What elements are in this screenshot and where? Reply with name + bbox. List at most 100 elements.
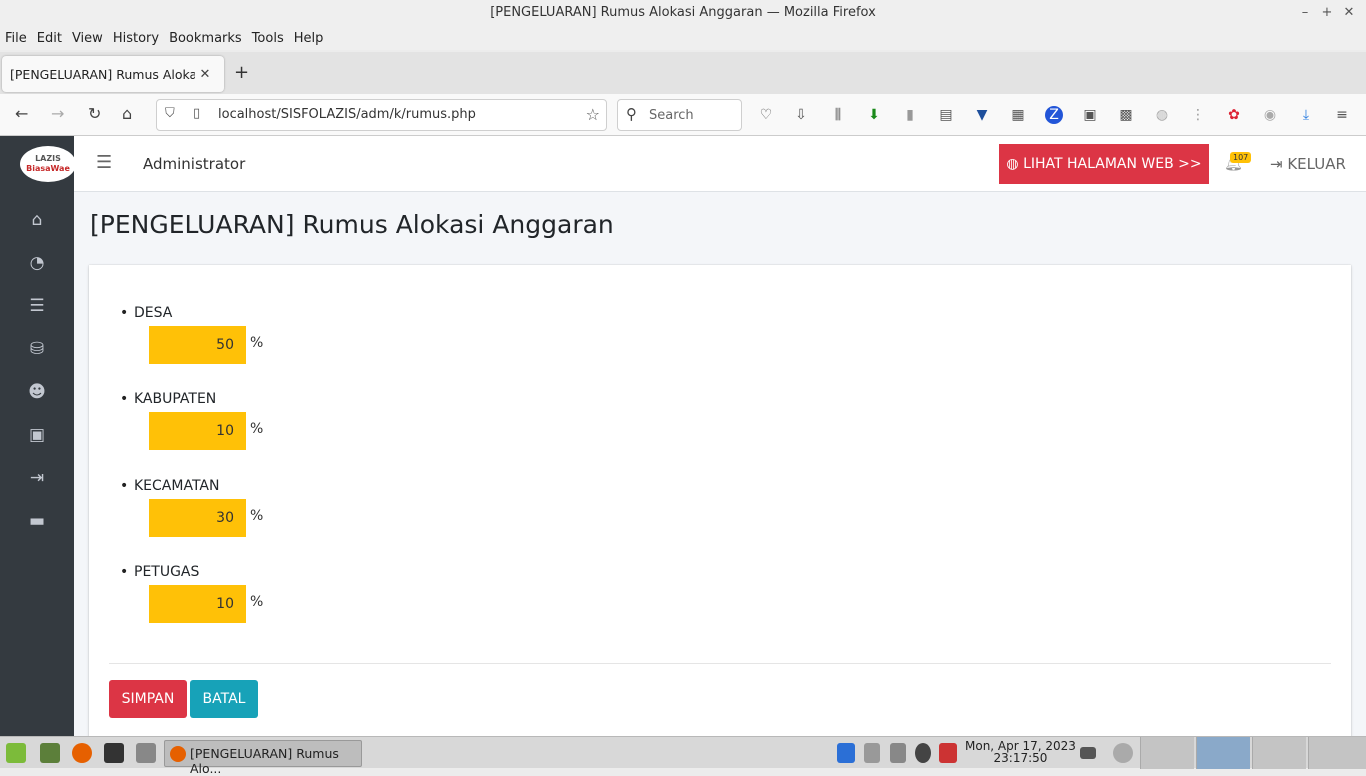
tab-title: [PENGELUARAN] Rumus Alokasi A — [10, 66, 195, 82]
notification-badge: 107 — [1230, 152, 1252, 163]
qr-extension-icon[interactable]: ▩ — [1117, 106, 1135, 124]
workspace-2[interactable] — [1196, 737, 1250, 769]
back-icon[interactable]: ← — [15, 104, 28, 123]
allocation-item-desa: • DESA — [120, 305, 173, 321]
mint-menu-icon[interactable] — [6, 743, 26, 763]
volume-icon[interactable] — [890, 743, 906, 763]
allocation-item-petugas: • PETUGAS — [120, 564, 199, 580]
main-content: [PENGELUARAN] Rumus Alokasi Anggaran • D… — [74, 192, 1366, 745]
library-icon[interactable]: ⫼ — [829, 106, 847, 124]
taskbar-window-firefox[interactable]: [PENGELUARAN] Rumus Alo... — [164, 740, 362, 776]
dashboard-icon[interactable]: ◔ — [26, 252, 48, 274]
allocation-input-desa[interactable]: 50 — [149, 326, 246, 364]
downloads-icon[interactable]: ⇩ — [792, 106, 810, 124]
home-icon[interactable]: ⌂ — [26, 209, 48, 231]
minimize-icon[interactable]: – — [1294, 0, 1316, 26]
maximize-icon[interactable]: + — [1316, 0, 1338, 26]
menu-help[interactable]: Help — [294, 31, 324, 46]
menu-history[interactable]: History — [113, 31, 159, 46]
colorful-extension-icon[interactable]: ✿ — [1225, 106, 1243, 124]
close-icon[interactable]: ✕ — [1338, 0, 1360, 26]
taskbar-window-label: [PENGELUARAN] Rumus Alo... — [190, 746, 339, 776]
shield-icon[interactable]: ⛉ — [165, 106, 175, 121]
blue-download-icon[interactable]: ⤓ — [1297, 106, 1315, 124]
app-menu-icon[interactable]: ≡ — [1333, 106, 1351, 124]
shield-update-icon[interactable] — [939, 743, 957, 763]
firefox-icon — [170, 746, 186, 762]
menu-bookmarks[interactable]: Bookmarks — [169, 31, 242, 46]
money-icon[interactable]: ▣ — [26, 424, 48, 446]
users-icon[interactable]: ☻ — [26, 381, 48, 403]
bluetooth-status-icon[interactable] — [915, 743, 931, 763]
nav-bar: ← → ↻ ⌂ ⛉ ▯ localhost/SISFOLAZIS/adm/k/r… — [0, 94, 1366, 136]
network-icon[interactable] — [864, 743, 880, 763]
save-button[interactable]: SIMPAN — [109, 680, 187, 718]
desktop-icon[interactable] — [40, 743, 60, 763]
power-icon[interactable] — [1113, 743, 1133, 763]
url-text[interactable]: localhost/SISFOLAZIS/adm/k/rumus.php — [218, 107, 476, 122]
taskbar: [PENGELUARAN] Rumus Alo... Mon, Apr 17, … — [0, 736, 1366, 776]
page-info-icon[interactable]: ▯ — [193, 106, 200, 121]
workspace-3[interactable] — [1252, 737, 1306, 769]
green-arrow-icon[interactable]: ⬇ — [865, 106, 883, 124]
z-extension-icon[interactable]: Z — [1045, 106, 1063, 124]
percent-unit: % — [250, 335, 264, 351]
bullet: • — [120, 391, 129, 407]
search-placeholder[interactable]: Search — [649, 108, 694, 123]
menu-view[interactable]: View — [72, 31, 103, 46]
allocation-label: KECAMATAN — [134, 478, 220, 494]
forward-icon[interactable]: → — [51, 104, 64, 123]
clock[interactable]: Mon, Apr 17, 2023 23:17:50 — [965, 740, 1076, 764]
battery-icon[interactable] — [1080, 747, 1096, 759]
allocation-input-kecamatan[interactable]: 30 — [149, 499, 246, 537]
tab-close-icon[interactable]: ✕ — [195, 67, 215, 82]
logout-link[interactable]: ⇥ KELUAR — [1270, 155, 1346, 173]
firefox-launcher-icon[interactable] — [72, 743, 92, 763]
camera-extension-icon[interactable]: ◉ — [1261, 106, 1279, 124]
home-icon[interactable]: ⌂ — [122, 104, 132, 123]
bullet: • — [120, 305, 129, 321]
dots-extension-icon[interactable]: ⋮ — [1189, 106, 1207, 124]
save-extension-icon[interactable]: ▼ — [973, 106, 991, 124]
hamburger-icon[interactable]: ☰ — [96, 152, 112, 173]
briefcase-icon[interactable]: ▬ — [26, 510, 48, 532]
menu-bar: File Edit View History Bookmarks Tools H… — [0, 26, 1366, 50]
user-name: Administrator — [143, 155, 246, 173]
search-box[interactable]: ⚲ Search — [617, 99, 742, 131]
sign-out-icon[interactable]: ⇥ — [26, 467, 48, 489]
menu-tools[interactable]: Tools — [252, 31, 284, 46]
divider — [109, 663, 1331, 664]
grid-extension-icon[interactable]: ▦ — [1009, 106, 1027, 124]
logo-line1: LAZIS — [35, 154, 61, 163]
reader-icon[interactable]: ▤ — [937, 106, 955, 124]
allocation-input-kabupaten[interactable]: 10 — [149, 412, 246, 450]
menu-edit[interactable]: Edit — [37, 31, 62, 46]
workspace-1[interactable] — [1140, 737, 1194, 769]
globe-extension-icon[interactable]: ◍ — [1153, 106, 1171, 124]
cancel-button[interactable]: BATAL — [190, 680, 258, 718]
files-icon[interactable] — [136, 743, 156, 763]
window-title-text: [PENGELUARAN] Rumus Alokasi Anggaran — M… — [490, 5, 876, 20]
server-icon[interactable]: ☰ — [26, 295, 48, 317]
search-icon: ⚲ — [626, 105, 637, 123]
tab-active[interactable]: [PENGELUARAN] Rumus Alokasi A ✕ — [2, 56, 224, 92]
url-bar[interactable]: ⛉ ▯ localhost/SISFOLAZIS/adm/k/rumus.php… — [156, 99, 607, 131]
allocation-label: DESA — [134, 305, 173, 321]
reload-icon[interactable]: ↻ — [88, 104, 101, 123]
pocket-icon[interactable]: ♡ — [757, 106, 775, 124]
allocation-label: KABUPATEN — [134, 391, 217, 407]
logo[interactable]: LAZIS BiasaWae — [20, 146, 76, 182]
extension-icon[interactable]: ▮ — [901, 106, 919, 124]
logout-label: KELUAR — [1287, 155, 1346, 173]
terminal-icon[interactable] — [104, 743, 124, 763]
allocation-input-petugas[interactable]: 10 — [149, 585, 246, 623]
workspace-4[interactable] — [1308, 737, 1366, 769]
database-icon[interactable]: ⛁ — [26, 338, 48, 360]
lock-extension-icon[interactable]: ▣ — [1081, 106, 1099, 124]
bookmark-star-icon[interactable]: ☆ — [586, 105, 600, 124]
menu-file[interactable]: File — [5, 31, 27, 46]
view-website-label: LIHAT HALAMAN WEB >> — [1023, 156, 1202, 172]
view-website-button[interactable]: ◍ LIHAT HALAMAN WEB >> — [999, 144, 1209, 184]
bluetooth-icon[interactable] — [837, 743, 855, 763]
new-tab-icon[interactable]: + — [234, 62, 249, 83]
